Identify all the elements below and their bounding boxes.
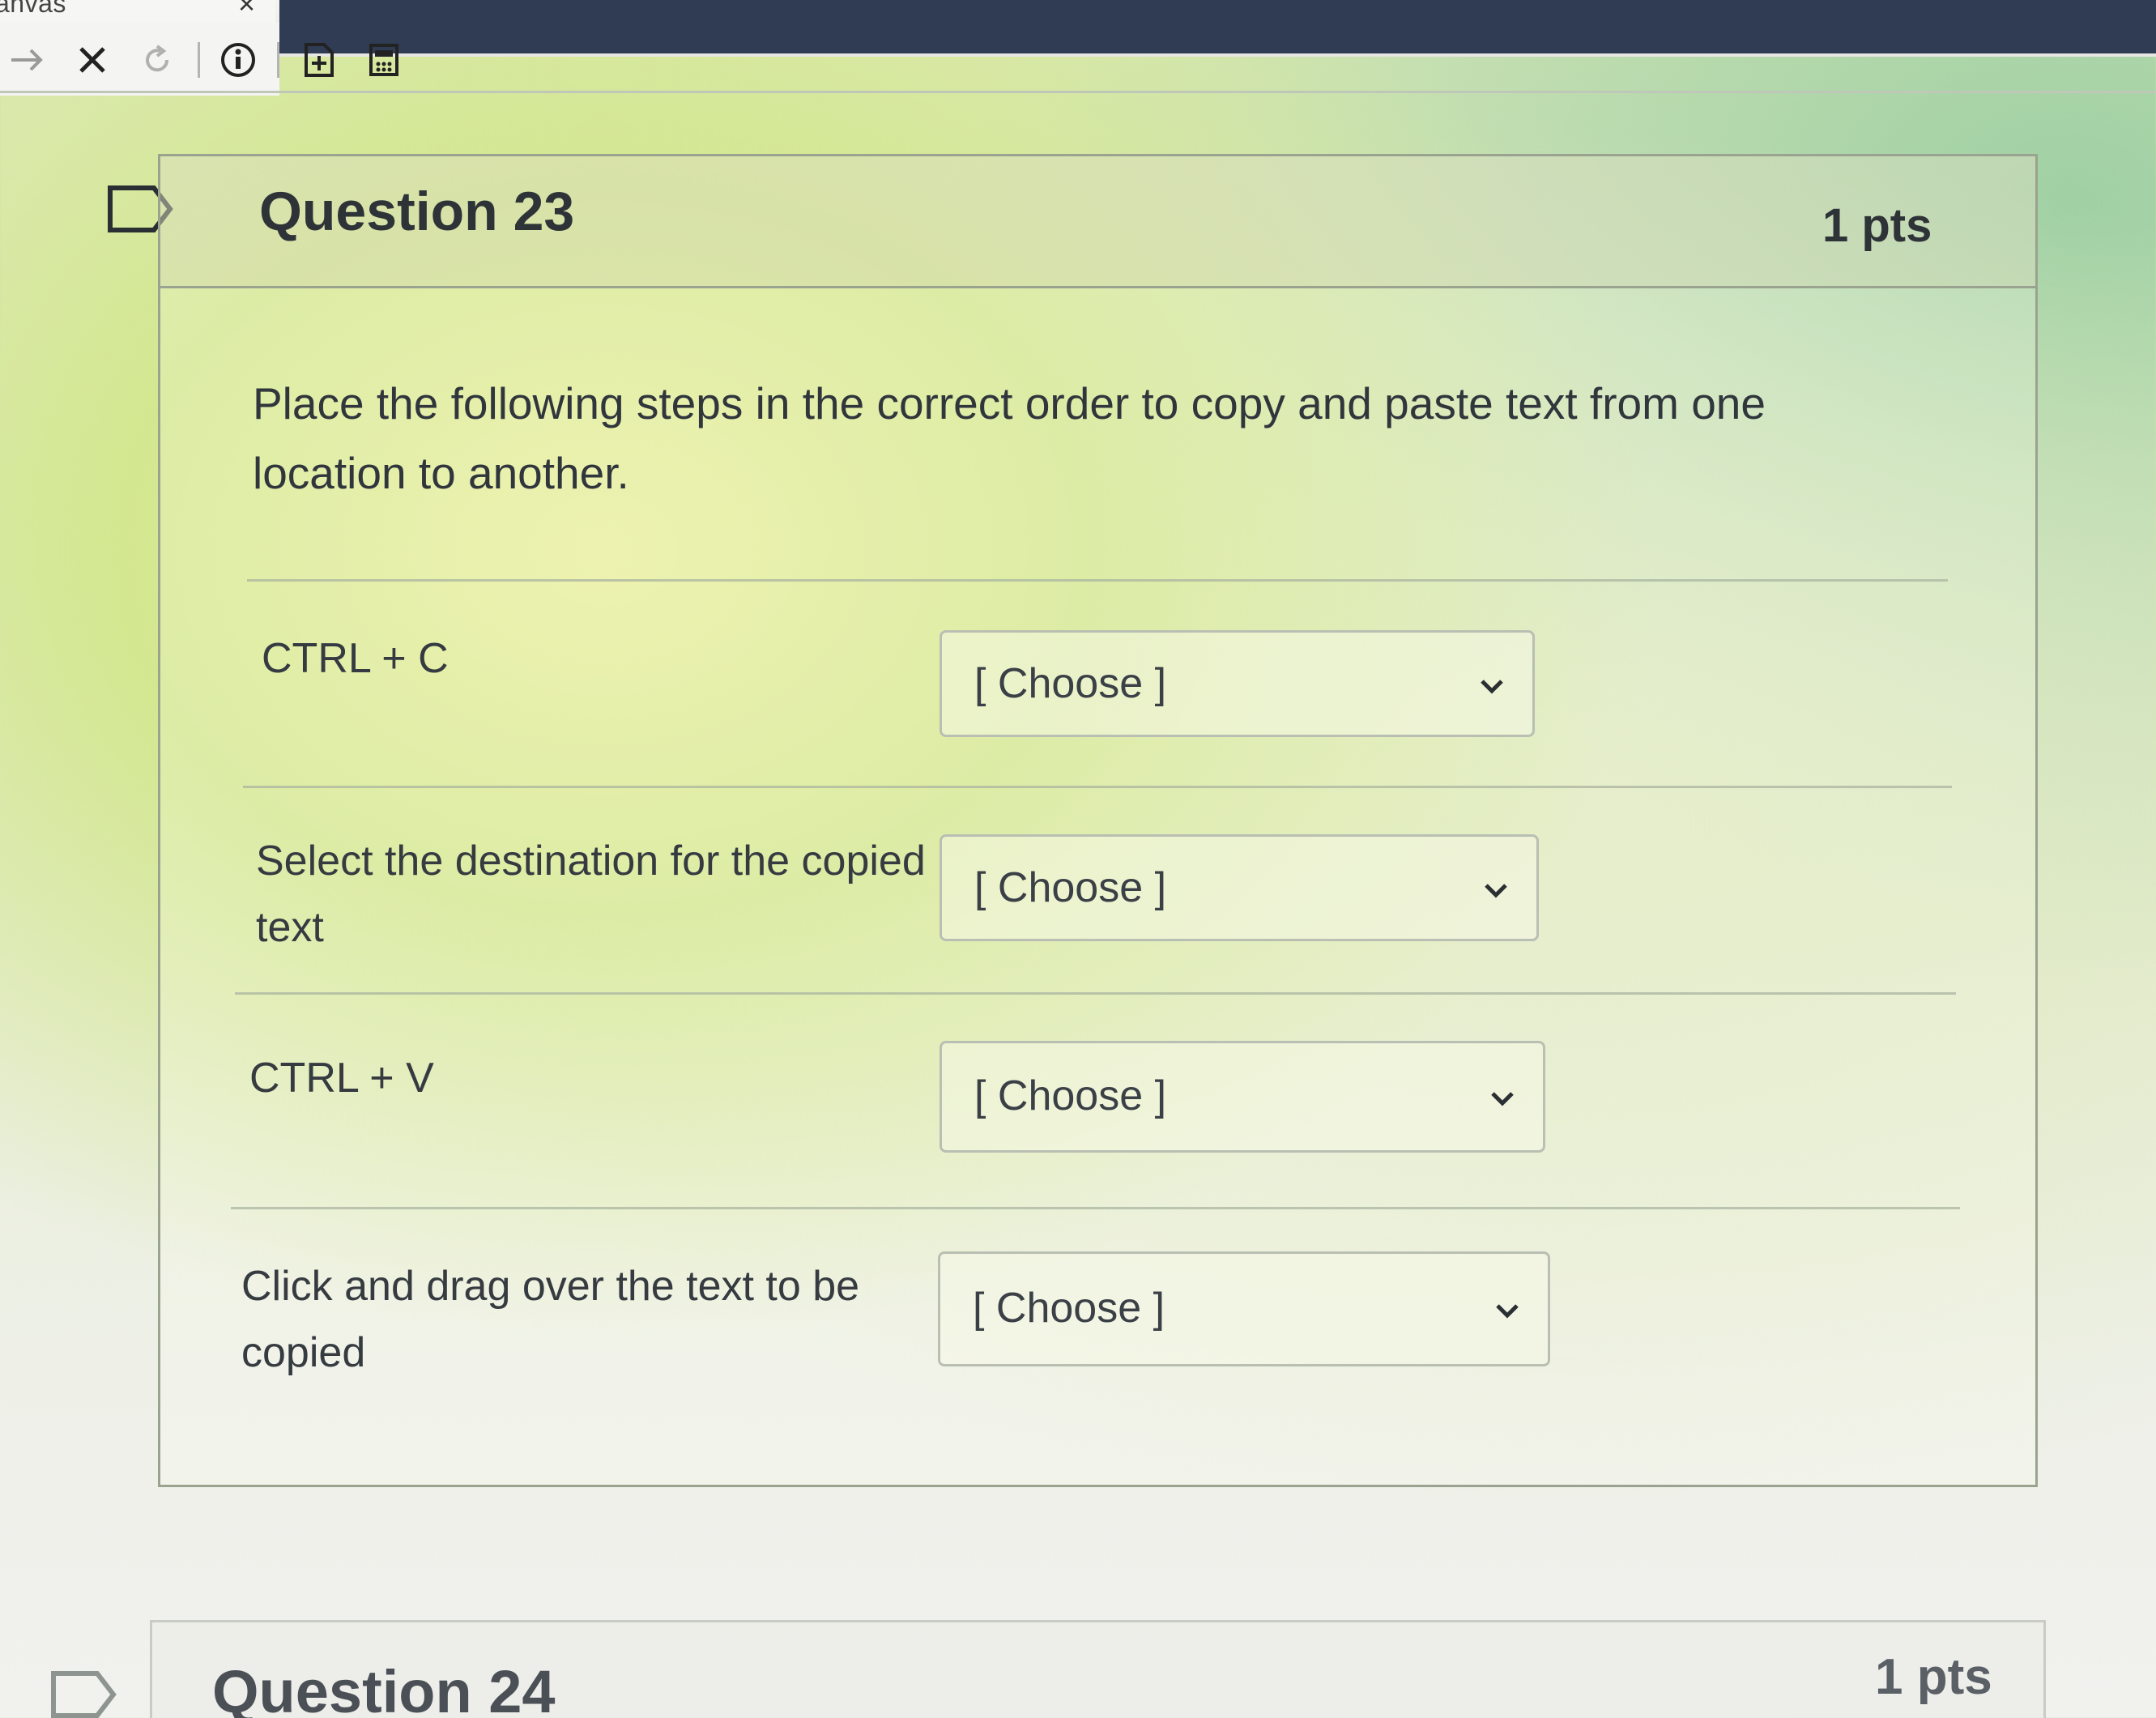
select-value: [ Choose ]: [974, 660, 1167, 707]
match-row-label: CTRL + C: [262, 635, 449, 682]
answer-select[interactable]: [ Choose ]: [940, 1041, 1545, 1153]
question-23-prompt: Place the following steps in the correct…: [253, 378, 1766, 498]
chevron-down-icon: [1474, 668, 1510, 704]
calculator-icon[interactable]: [360, 36, 408, 84]
close-icon[interactable]: [68, 36, 117, 84]
tab-title: anvas: [0, 0, 66, 18]
question-24-points: 1 pts: [1875, 1649, 1992, 1705]
match-row-label: Select the destination for the copied te…: [256, 838, 926, 951]
answer-select[interactable]: [ Choose ]: [940, 630, 1535, 737]
info-icon[interactable]: [214, 36, 262, 84]
match-row-label: Click and drag over the text to be copie…: [241, 1263, 860, 1376]
browser-tab[interactable]: anvas ×: [0, 0, 275, 23]
select-value: [ Choose ]: [974, 1072, 1167, 1119]
row-divider: [231, 1207, 1960, 1209]
question-24-title: Question 24: [212, 1658, 556, 1718]
toolbar-separator: [277, 42, 279, 78]
add-page-icon[interactable]: [295, 36, 343, 84]
select-value: [ Choose ]: [973, 1285, 1165, 1332]
row-divider: [243, 786, 1952, 788]
tab-strip-background: [279, 0, 2156, 53]
question-23-title: Question 23: [259, 181, 575, 242]
reload-icon[interactable]: [133, 36, 181, 84]
match-row-label: CTRL + V: [249, 1055, 434, 1102]
chevron-down-icon: [1489, 1293, 1525, 1328]
answer-select[interactable]: [ Choose ]: [938, 1251, 1550, 1366]
toolbar-separator: [198, 42, 200, 78]
flag-question-icon[interactable]: [50, 1669, 118, 1718]
forward-arrow-icon[interactable]: [3, 36, 52, 84]
chevron-down-icon: [1478, 872, 1514, 908]
answer-select[interactable]: [ Choose ]: [940, 834, 1539, 941]
tab-close-icon[interactable]: ×: [238, 0, 255, 21]
prompt-divider: [247, 579, 1948, 582]
select-value: [ Choose ]: [974, 864, 1167, 911]
row-divider: [235, 992, 1956, 995]
chevron-down-icon: [1485, 1081, 1520, 1116]
toolbar-divider: [0, 91, 2156, 93]
question-23-points: 1 pts: [1822, 199, 1932, 252]
